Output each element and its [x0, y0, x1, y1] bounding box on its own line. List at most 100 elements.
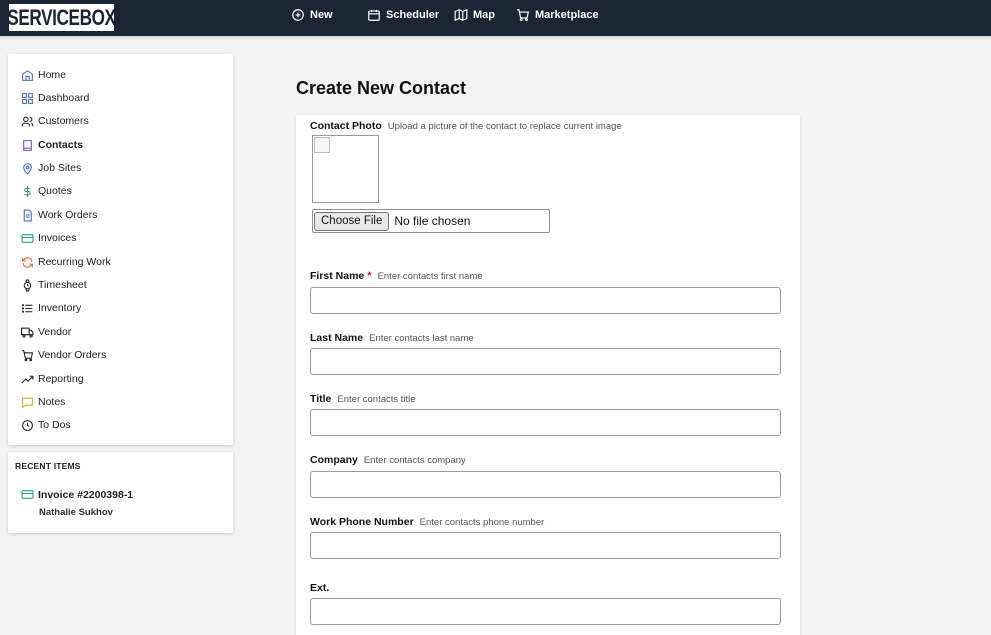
sidebar-item-label: Dashboard: [38, 92, 90, 104]
sidebar-item-quotes[interactable]: Quotes: [21, 182, 72, 200]
sidebar-item-contacts[interactable]: Contacts: [21, 136, 83, 154]
sidebar-item-label: Invoices: [38, 232, 77, 244]
recent-item-invoice[interactable]: Invoice #2200398-1: [21, 488, 133, 501]
sidebar-item-label: Quotes: [38, 185, 72, 197]
sidebar-item-label: Notes: [38, 396, 66, 408]
cart-icon: [517, 9, 529, 22]
sidebar-item-label: Vendor: [38, 326, 72, 338]
nav-map-label: Map: [473, 9, 495, 21]
sidebar-item-label: Home: [38, 69, 67, 81]
list-icon: [21, 303, 33, 313]
cart-icon: [22, 349, 34, 361]
nav-scheduler[interactable]: Scheduler: [367, 0, 439, 30]
sidebar-item-label: To Dos: [38, 419, 71, 431]
credit-card-icon: [21, 490, 34, 499]
file-status-text: No file chosen: [394, 214, 471, 228]
sidebar-item-vendor-orders[interactable]: Vendor Orders: [21, 346, 106, 364]
first-name-input[interactable]: [310, 287, 781, 314]
title-label: Title: [310, 393, 332, 405]
sidebar-item-label: Reporting: [38, 373, 84, 385]
servicebox-logo[interactable]: SERVICEBOX: [7, 2, 116, 33]
sidebar-item-recurring-work[interactable]: Recurring Work: [21, 253, 111, 271]
nav-marketplace[interactable]: Marketplace: [516, 0, 599, 30]
sidebar-item-label: Customers: [38, 115, 89, 127]
sidebar-item-label: Timesheet: [38, 279, 87, 291]
sidebar-item-customers[interactable]: Customers: [21, 112, 89, 130]
home-icon: [22, 69, 33, 81]
sidebar-item-label: Vendor Orders: [38, 349, 107, 361]
contact-photo-label-row: Contact Photo Upload a picture of the co…: [310, 120, 622, 132]
clock-icon: [22, 419, 33, 431]
sidebar-item-reporting[interactable]: Reporting: [21, 370, 84, 388]
sidebar-item-vendor[interactable]: Vendor: [21, 323, 71, 341]
last-name-hint: Enter contacts last name: [369, 333, 474, 344]
top-navbar: SERVICEBOX New Scheduler Map Marketplace: [0, 0, 991, 36]
nav-scheduler-label: Scheduler: [386, 9, 440, 21]
nav-new[interactable]: New: [291, 0, 333, 30]
sidebar-item-label: Work Orders: [38, 209, 98, 221]
company-hint: Enter contacts company: [363, 455, 466, 466]
company-input[interactable]: [310, 471, 781, 498]
sidebar: Home Dashboard Customers Contacts Job Si…: [8, 54, 233, 445]
users-icon: [21, 116, 34, 126]
broken-image-icon: [314, 137, 330, 153]
sidebar-item-invoices[interactable]: Invoices: [21, 229, 77, 247]
plus-circle-icon: [292, 9, 304, 21]
title-hint: Enter contacts title: [337, 394, 416, 405]
refresh-icon: [22, 256, 33, 268]
sidebar-item-notes[interactable]: Notes: [21, 393, 65, 411]
recent-item-label: Invoice #2200398-1: [38, 488, 134, 501]
contact-form: Contact Photo Upload a picture of the co…: [296, 115, 800, 635]
ext-label: Ext.: [310, 582, 330, 594]
sidebar-item-inventory[interactable]: Inventory: [21, 299, 81, 317]
logo-text: SERVICEBOX: [7, 4, 116, 30]
map-pin-icon: [23, 162, 32, 175]
message-square-icon: [22, 397, 33, 409]
recent-items-panel: RECENT ITEMS Invoice #2200398-1 Nathalie…: [8, 452, 233, 533]
document-icon: [23, 209, 32, 221]
page-title: Create New Contact: [296, 78, 467, 98]
title-input[interactable]: [310, 409, 781, 436]
work-phone-hint: Enter contacts phone number: [419, 517, 545, 528]
sidebar-item-label: Job Sites: [38, 162, 82, 174]
sidebar-item-label: Contacts: [38, 139, 83, 151]
ext-label-row: Ext.: [310, 582, 329, 594]
nav-new-label: New: [310, 9, 333, 21]
contact-photo-file-input[interactable]: Choose File No file chosen: [312, 209, 550, 233]
sidebar-item-job-sites[interactable]: Job Sites: [21, 159, 81, 177]
nav-marketplace-label: Marketplace: [535, 9, 599, 21]
calendar-icon: [368, 9, 380, 21]
work-phone-label: Work Phone Number: [310, 516, 414, 528]
map-icon: [454, 8, 468, 22]
contact-photo-label: Contact Photo: [310, 120, 382, 132]
contact-book-icon: [23, 139, 32, 151]
nav-map[interactable]: Map: [454, 0, 495, 30]
credit-card-icon: [21, 233, 34, 243]
title-label-row: Title Enter contacts title: [310, 393, 416, 405]
first-name-label-row: First Name * Enter contacts first name: [310, 270, 483, 282]
contact-photo-hint: Upload a picture of the contact to repla…: [387, 121, 622, 132]
sidebar-item-timesheet[interactable]: Timesheet: [21, 276, 87, 294]
last-name-input[interactable]: [310, 348, 781, 375]
trending-up-icon: [21, 375, 34, 383]
required-asterisk: *: [367, 270, 372, 282]
sidebar-item-label: Inventory: [38, 302, 82, 314]
sidebar-item-home[interactable]: Home: [21, 66, 66, 84]
choose-file-button[interactable]: Choose File: [314, 211, 390, 231]
recent-items-title: RECENT ITEMS: [15, 461, 81, 471]
sidebar-item-to-dos[interactable]: To Dos: [21, 416, 71, 434]
work-phone-input[interactable]: [310, 532, 781, 559]
dollar-icon: [24, 185, 31, 197]
dashboard-grid-icon: [22, 92, 33, 104]
company-label-row: Company Enter contacts company: [310, 454, 466, 466]
ext-input[interactable]: [310, 598, 781, 625]
last-name-label: Last Name: [310, 332, 364, 344]
first-name-hint: Enter contacts first name: [377, 271, 483, 282]
last-name-label-row: Last Name Enter contacts last name: [310, 332, 474, 344]
work-phone-label-row: Work Phone Number Enter contacts phone n…: [310, 516, 544, 528]
first-name-label: First Name: [310, 270, 365, 282]
sidebar-item-label: Recurring Work: [38, 256, 111, 268]
recent-item-customer: Nathalie Sukhov: [39, 507, 113, 518]
sidebar-item-dashboard[interactable]: Dashboard: [21, 89, 89, 107]
sidebar-item-work-orders[interactable]: Work Orders: [21, 206, 97, 224]
